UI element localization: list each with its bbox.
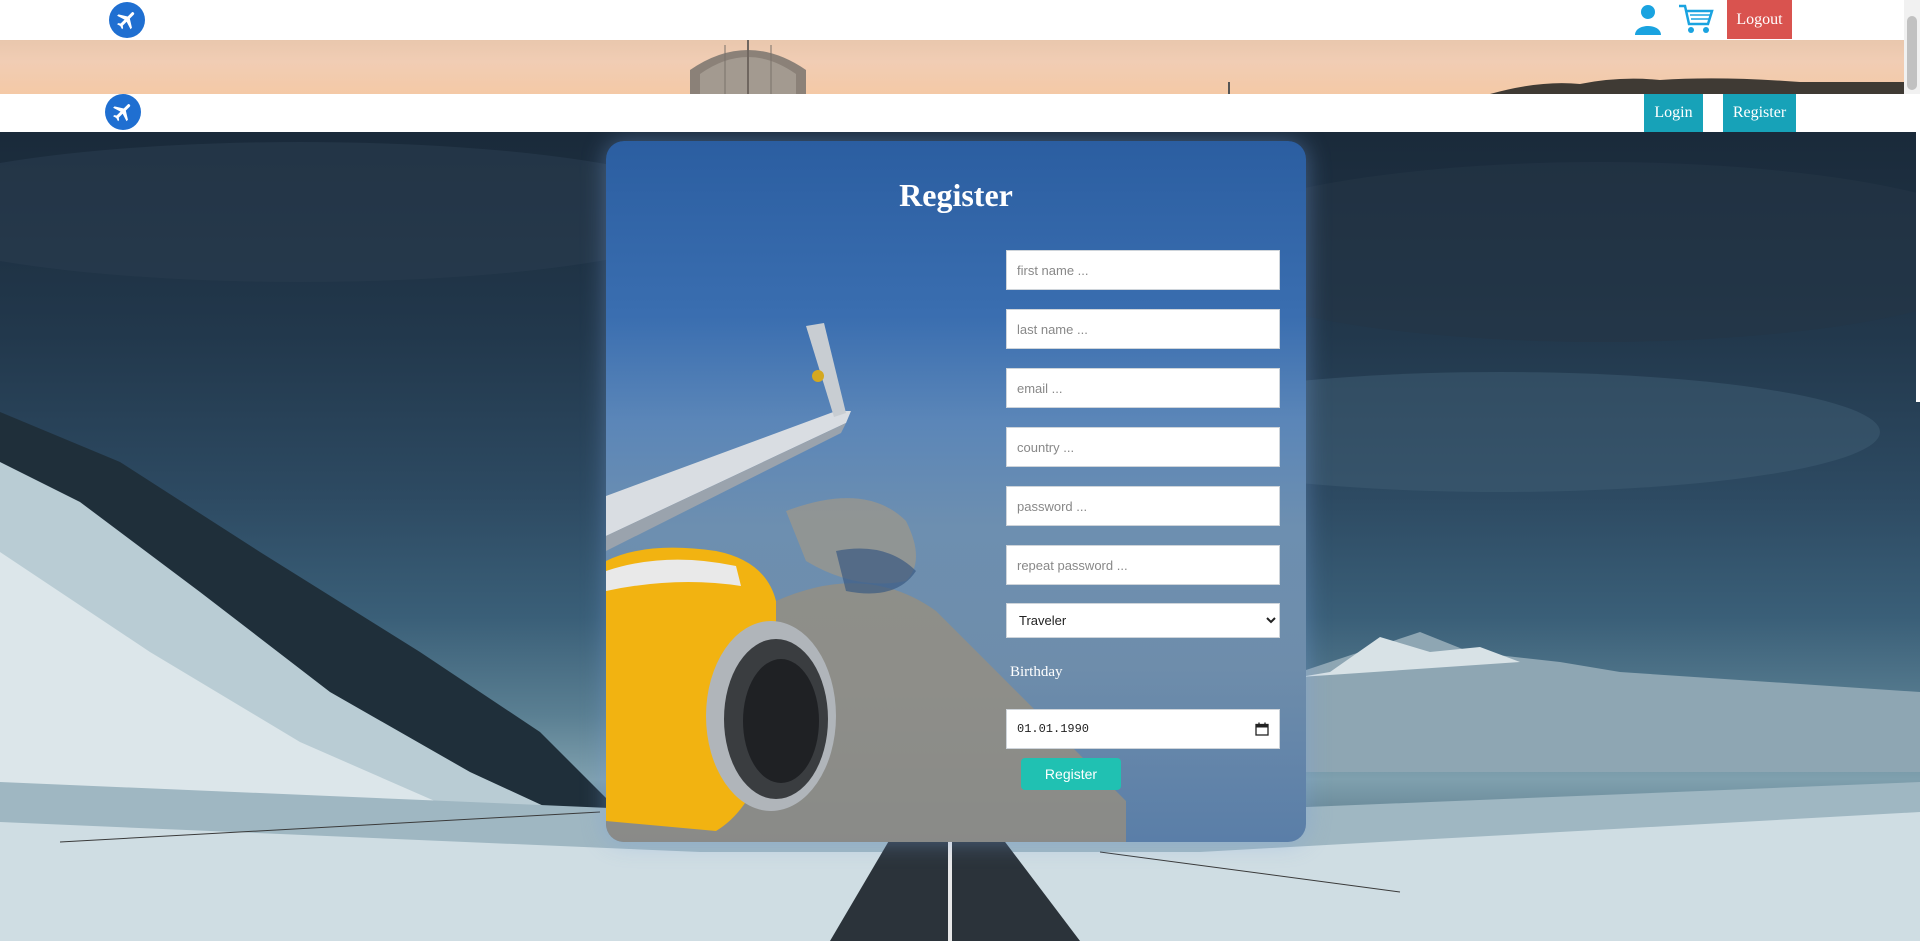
user-icon[interactable] — [1633, 3, 1663, 35]
top-bar: Logout — [0, 0, 1920, 40]
birthday-date-input[interactable]: 01.01.1990 — [1006, 709, 1280, 749]
scrollbar-thumb[interactable] — [1907, 16, 1917, 90]
birthday-date-value: 01.01.1990 — [1017, 722, 1090, 736]
password-input[interactable] — [1006, 486, 1280, 526]
scrollbar[interactable] — [1904, 0, 1920, 94]
role-select[interactable]: Traveler — [1006, 603, 1280, 638]
birthday-label: Birthday — [1010, 664, 1063, 680]
airplane-icon[interactable] — [105, 94, 141, 130]
hero-banner — [0, 40, 1904, 94]
email-input[interactable] — [1006, 368, 1280, 408]
logout-button[interactable]: Logout — [1727, 0, 1792, 39]
login-button[interactable]: Login — [1644, 94, 1703, 132]
scrollbar-track[interactable] — [1916, 132, 1920, 402]
form-title: Register — [899, 177, 1013, 213]
nav-bar: Login Register — [0, 94, 1920, 132]
calendar-icon[interactable] — [1255, 722, 1269, 736]
repeat-password-input[interactable] — [1006, 545, 1280, 585]
cart-icon[interactable] — [1678, 3, 1714, 35]
register-submit-button[interactable]: Register — [1021, 758, 1121, 790]
register-card: Register Traveler Birthday 01.01.1990 Re… — [606, 141, 1306, 842]
last-name-input[interactable] — [1006, 309, 1280, 349]
airplane-icon[interactable] — [109, 2, 145, 38]
register-nav-button[interactable]: Register — [1723, 94, 1796, 132]
first-name-input[interactable] — [1006, 250, 1280, 290]
country-input[interactable] — [1006, 427, 1280, 467]
